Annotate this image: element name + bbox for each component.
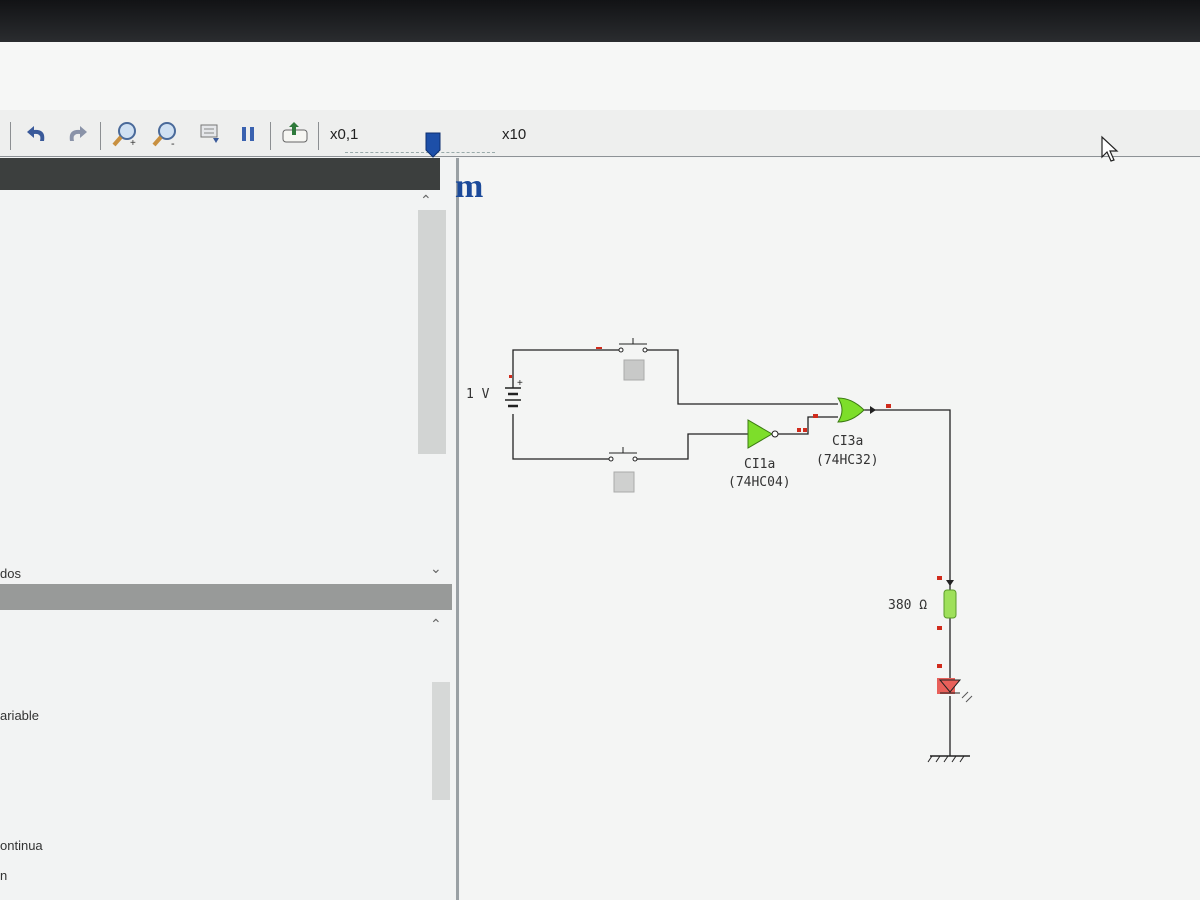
monitor-bezel <box>0 0 1200 42</box>
push-button-switch-top[interactable] <box>596 338 648 381</box>
battery-label: 1 V <box>466 387 490 402</box>
led[interactable] <box>937 664 973 703</box>
mouse-cursor-icon <box>1101 135 1119 162</box>
inverter-part: (74HC04) <box>728 475 791 490</box>
screen: + - x0,1 x10 ⌃ ⌄ dos ⌃ ariable ontinua n… <box>0 42 1200 900</box>
resistor[interactable] <box>937 576 957 630</box>
svg-text:+: + <box>517 378 523 389</box>
or-gate-part: (74HC32) <box>816 453 879 468</box>
ground <box>927 755 970 763</box>
inverter-name: CI1a <box>744 457 775 472</box>
push-button-switch-bottom[interactable] <box>608 447 638 493</box>
wires <box>512 349 951 756</box>
or-gate-name: CI3a <box>832 434 863 449</box>
battery-1v[interactable]: + <box>505 375 523 408</box>
circuit-diagram: + 1 V CI1a (74HC04) CI3a (74HC32) 380 Ω <box>466 338 973 763</box>
resistor-label: 380 Ω <box>888 598 927 613</box>
